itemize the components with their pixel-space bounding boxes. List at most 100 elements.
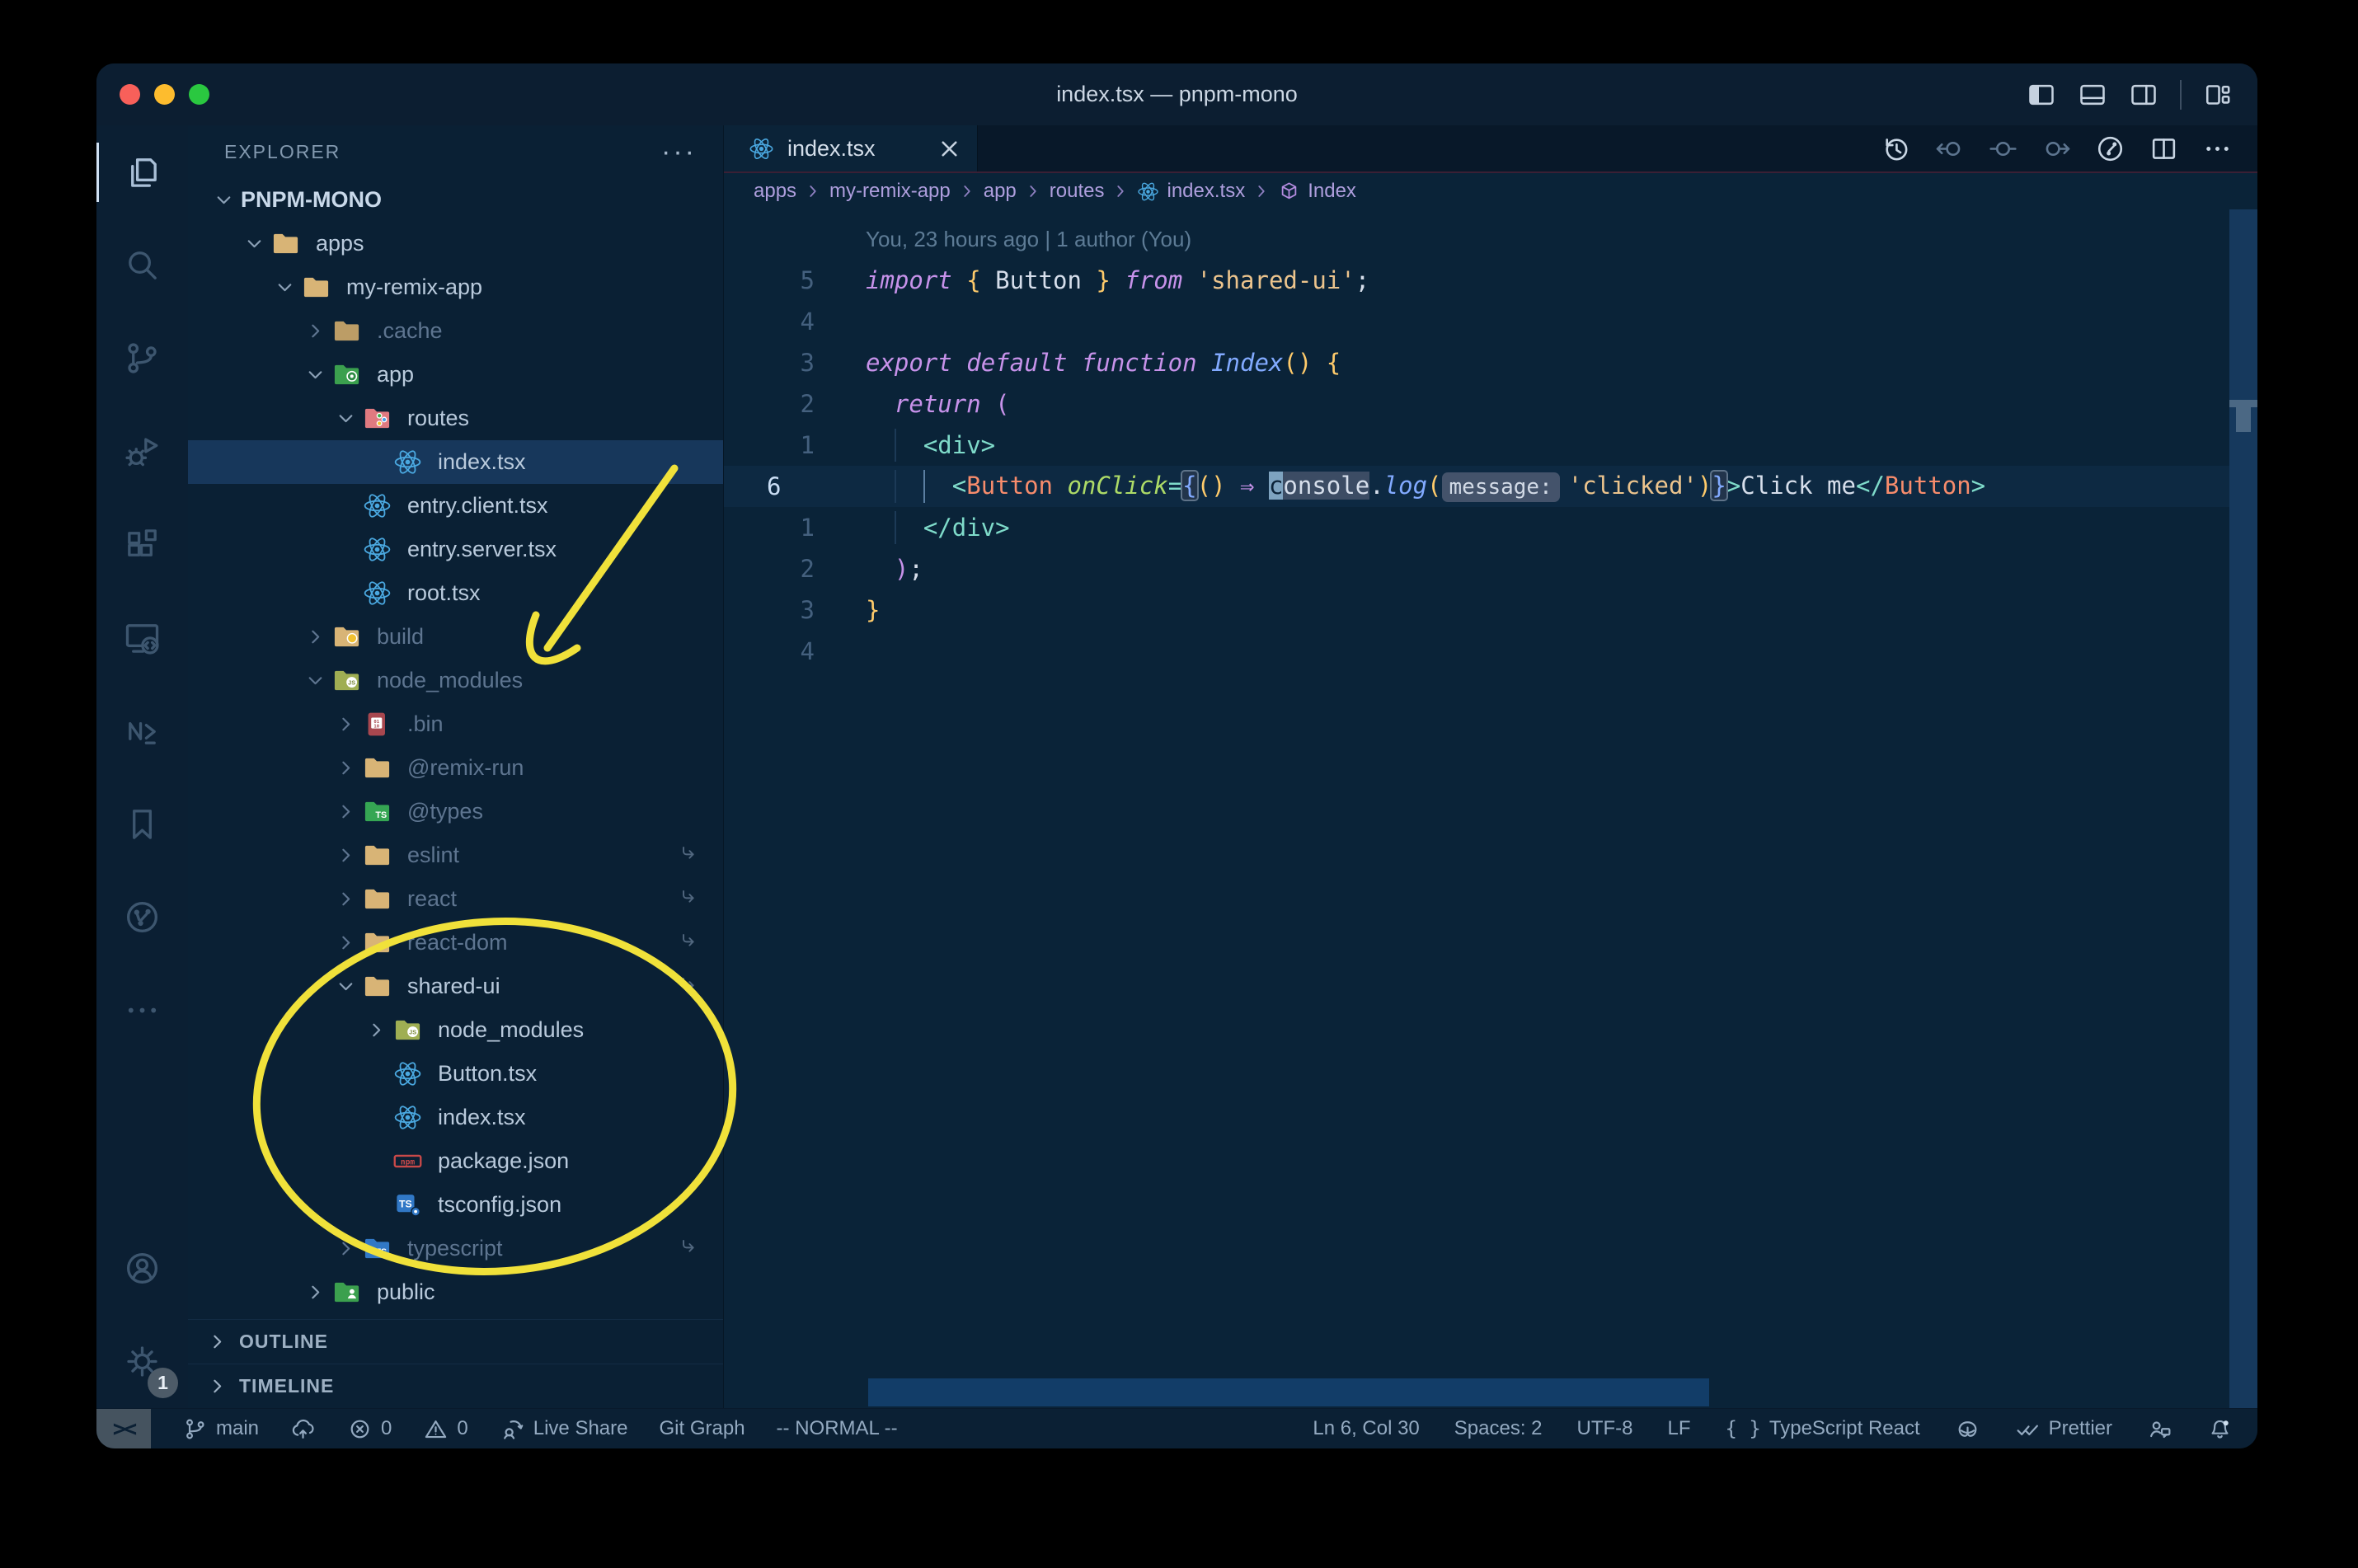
tree-folder-routes[interactable]: routes [188, 397, 723, 440]
breadcrumb-item-Index[interactable]: Index [1278, 180, 1356, 203]
tree-folder-my-remix-app[interactable]: my-remix-app [188, 265, 723, 309]
tree-folder-apps[interactable]: apps [188, 222, 723, 265]
tree-folder-typescript[interactable]: TS typescript [188, 1227, 723, 1270]
status-eol[interactable]: LF [1668, 1417, 1691, 1440]
code-line[interactable]: 4 [724, 301, 2257, 342]
tree-folder-react[interactable]: react [188, 877, 723, 921]
more-actions-icon[interactable] [2202, 134, 2233, 164]
tree-file-Button.tsx[interactable]: Button.tsx [188, 1052, 723, 1096]
activity-account[interactable] [96, 1222, 188, 1315]
tree-file-root.tsx[interactable]: root.tsx [188, 571, 723, 615]
tree-folder-react-dom[interactable]: react-dom [188, 921, 723, 965]
explorer-more-actions-icon[interactable]: ··· [661, 138, 697, 166]
tree-item-label: public [377, 1279, 435, 1304]
breadcrumb-item-index.tsx[interactable]: index.tsx [1137, 180, 1245, 203]
tree-folder-.bin[interactable]: 01 10 .bin [188, 702, 723, 746]
tree-file-entry.server.tsx[interactable]: entry.server.tsx [188, 528, 723, 571]
minimize-window-button[interactable] [154, 84, 175, 105]
activity-bookmarks[interactable] [96, 777, 188, 871]
activity-run-debug[interactable] [96, 405, 188, 498]
status-pretzel[interactable] [1955, 1416, 1980, 1442]
customize-layout-icon[interactable] [2203, 80, 2233, 110]
close-window-button[interactable] [120, 84, 140, 105]
status-right: Ln 6, Col 30 Spaces: 2 UTF-8 LF { } TypeScrip… [1313, 1416, 2257, 1442]
status-cursor-position[interactable]: Ln 6, Col 30 [1313, 1417, 1419, 1440]
tree-folder-@types[interactable]: TS @types [188, 790, 723, 833]
tree-folder-eslint[interactable]: eslint [188, 833, 723, 877]
tree-file-index.tsx[interactable]: index.tsx [188, 440, 723, 484]
next-change-icon[interactable] [2041, 134, 2072, 164]
sidebar-section-timeline[interactable]: TIMELINE [188, 1364, 723, 1408]
status-notifications[interactable] [2207, 1416, 2233, 1442]
previous-change-icon[interactable] [1934, 134, 1965, 164]
status-live-share[interactable]: Live Share [500, 1416, 628, 1442]
activity-nx-console[interactable] [96, 684, 188, 777]
activity-more-views[interactable] [96, 964, 188, 1057]
tree-file-entry.client.tsx[interactable]: entry.client.tsx [188, 484, 723, 528]
tree-folder-node_modules[interactable]: JS node_modules [188, 1008, 723, 1052]
tree-folder-public[interactable]: public [188, 1270, 723, 1314]
activity-settings[interactable]: 1 [96, 1315, 188, 1408]
toggle-panel-icon[interactable] [2078, 80, 2107, 110]
code-line[interactable]: 3 export default function Index() { [724, 342, 2257, 383]
tree-folder-node_modules[interactable]: JS node_modules [188, 659, 723, 702]
code-editor[interactable]: You, 23 hours ago | 1 author (You) 5 impo… [724, 209, 2257, 1408]
tree-folder-@remix-run[interactable]: @remix-run [188, 746, 723, 790]
zoom-window-button[interactable] [189, 84, 209, 105]
status-feedback[interactable] [2147, 1416, 2172, 1442]
status-encoding[interactable]: UTF-8 [1577, 1417, 1633, 1440]
status-vim-mode[interactable]: -- NORMAL -- [777, 1417, 898, 1440]
breadcrumb-label: my-remix-app [829, 180, 951, 202]
vertical-scrollbar[interactable] [2229, 209, 2257, 1408]
status-warnings[interactable]: 0 [423, 1416, 468, 1442]
status-git-graph[interactable]: Git Graph [660, 1417, 745, 1440]
breadcrumb-item-routes[interactable]: routes [1050, 180, 1105, 203]
code-line[interactable]: 5 import { Button } from 'shared-ui'; [724, 260, 2257, 301]
remote-indicator[interactable]: >< [96, 1408, 151, 1448]
status-git-branch[interactable]: main [182, 1416, 259, 1442]
code-line[interactable]: 1 </div> [724, 507, 2257, 548]
tab-index-tsx[interactable]: index.tsx [724, 125, 978, 171]
code-line[interactable]: 4 [724, 631, 2257, 672]
tree-folder-app[interactable]: app [188, 353, 723, 397]
explorer-header-label: EXPLORER [224, 140, 341, 162]
tree-folder-shared-ui[interactable]: shared-ui [188, 965, 723, 1008]
activity-extensions[interactable] [96, 498, 188, 591]
activity-git-graph[interactable] [96, 871, 188, 964]
code-line[interactable]: 2 ); [724, 548, 2257, 589]
status-publish-sync[interactable] [290, 1416, 316, 1442]
status-formatter[interactable]: Prettier [2015, 1416, 2112, 1442]
status-errors[interactable]: 0 [347, 1416, 392, 1442]
sidebar-section-outline[interactable]: OUTLINE [188, 1319, 723, 1364]
status-language-mode[interactable]: { } TypeScript React [1726, 1417, 1920, 1440]
close-tab-icon[interactable] [937, 136, 962, 162]
toggle-sidebar-right-icon[interactable] [2129, 80, 2158, 110]
horizontal-scrollbar[interactable] [868, 1378, 1709, 1406]
activity-remote-explorer[interactable] [96, 591, 188, 684]
breadcrumb-item-apps[interactable]: apps [754, 180, 796, 203]
explorer-sidebar: EXPLORER ··· PNPM-MONO apps my-remix-app .c… [188, 125, 724, 1408]
breadcrumb-item-my-remix-app[interactable]: my-remix-app [829, 180, 951, 203]
code-line[interactable]: 3} [724, 589, 2257, 631]
code-line[interactable]: 1 <div> [724, 425, 2257, 466]
status-indentation[interactable]: Spaces: 2 [1454, 1417, 1543, 1440]
tree-file-tsconfig.json[interactable]: TS tsconfig.json [188, 1183, 723, 1227]
tree-folder-build[interactable]: build [188, 615, 723, 659]
activity-search[interactable] [96, 218, 188, 312]
open-changes-icon[interactable] [1988, 134, 2018, 164]
toggle-sidebar-left-icon[interactable] [2027, 80, 2056, 110]
tree-file-index.tsx[interactable]: index.tsx [188, 1096, 723, 1139]
activity-explorer[interactable] [96, 125, 188, 218]
code-line[interactable]: 2 return ( [724, 383, 2257, 425]
tree-folder-PNPM-MONO[interactable]: PNPM-MONO [188, 178, 723, 222]
tree-folder-.cache[interactable]: .cache [188, 309, 723, 353]
breadcrumb-item-app[interactable]: app [984, 180, 1017, 203]
split-editor-icon[interactable] [2149, 134, 2179, 164]
code-line-current[interactable]: 6 <Button onClick={() ⇒ console.log(mess… [724, 466, 2257, 507]
breadcrumb-label: index.tsx [1167, 180, 1246, 202]
line-number: 5 [800, 266, 815, 294]
view-git-graph-icon[interactable] [2095, 134, 2125, 164]
local-history-icon[interactable] [1881, 134, 1911, 164]
activity-source-control[interactable] [96, 312, 188, 405]
tree-file-package.json[interactable]: npm package.json [188, 1139, 723, 1183]
